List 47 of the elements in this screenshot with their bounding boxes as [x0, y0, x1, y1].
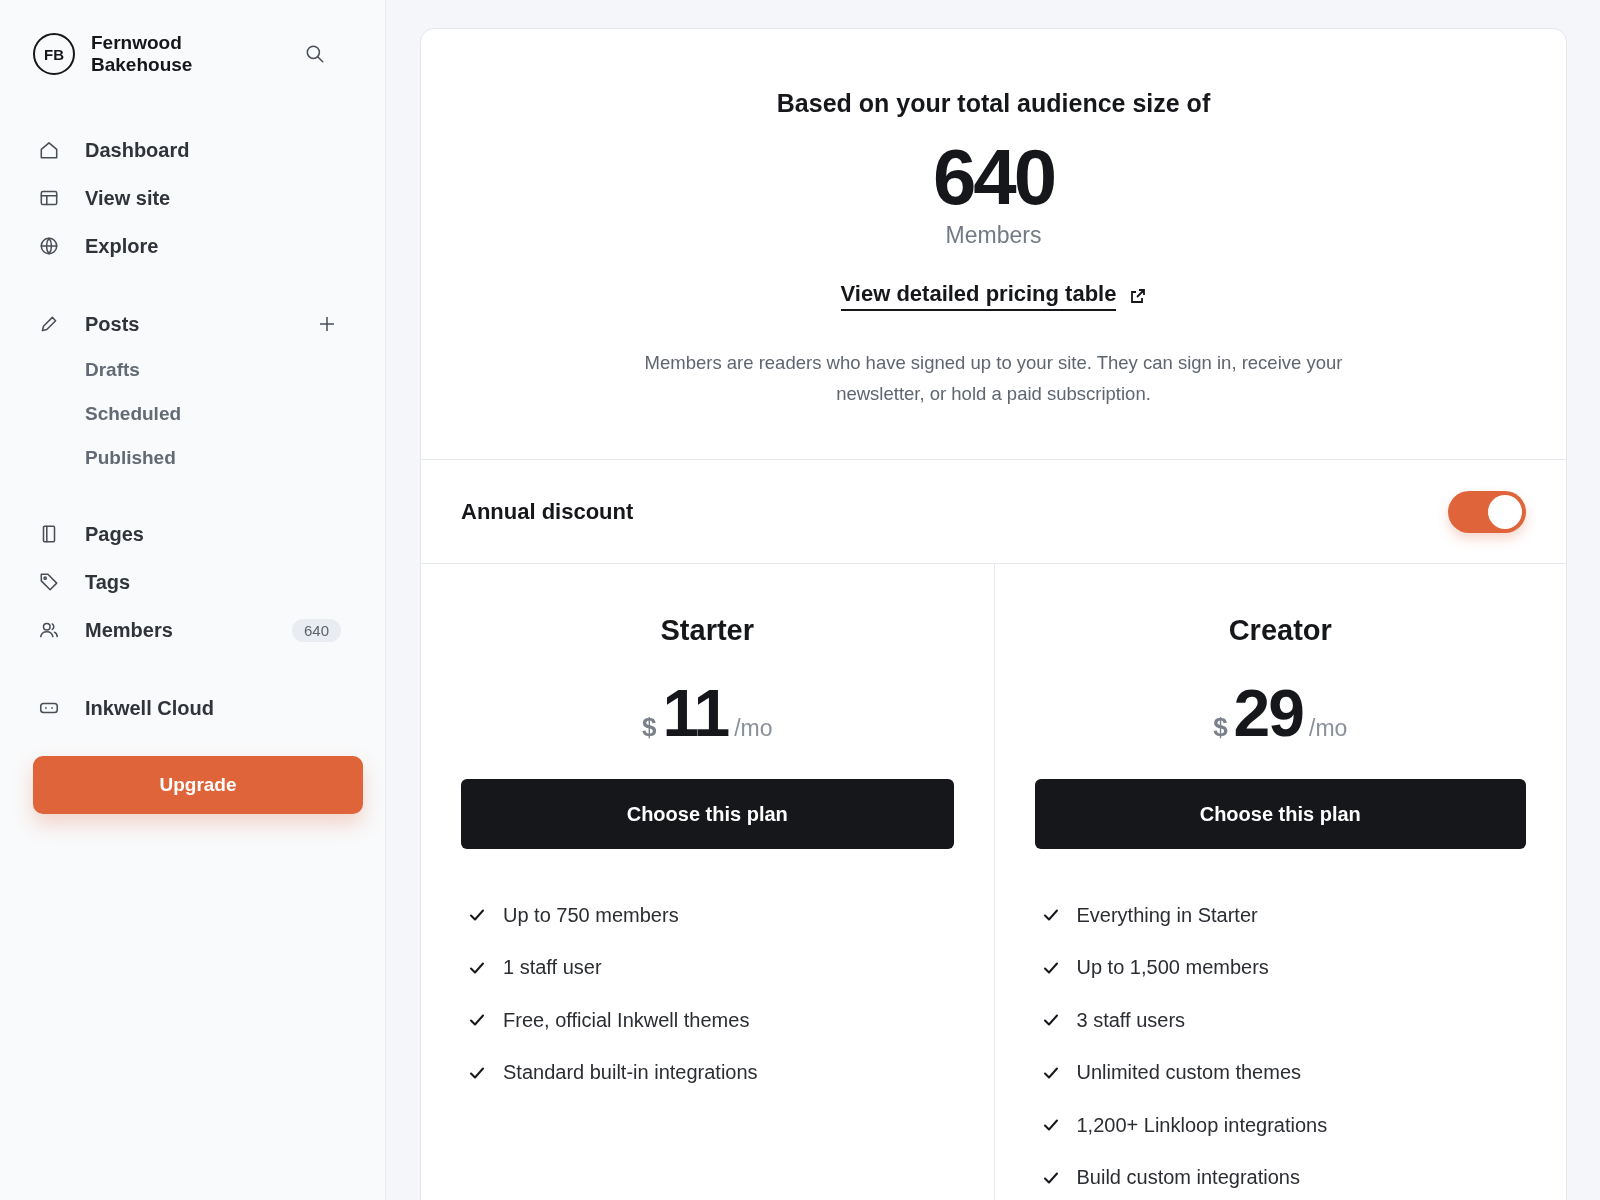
toggle-label: Annual discount	[461, 498, 634, 525]
nav-subitem[interactable]: Scheduled	[85, 392, 351, 436]
search-icon[interactable]	[304, 43, 326, 65]
annual-discount-toggle[interactable]	[1448, 490, 1526, 533]
nav-item[interactable]: Inkwell Cloud	[85, 696, 351, 720]
plan-feature: Up to 750 members	[503, 903, 679, 927]
plan-price: 29	[1233, 675, 1303, 751]
plan-feature: Up to 1,500 members	[1076, 956, 1269, 980]
nav-item[interactable]: Members	[85, 618, 292, 642]
audience-size: 640	[932, 138, 1055, 216]
nav-item[interactable]: Dashboard	[85, 138, 351, 162]
price-period: /mo	[1309, 715, 1348, 742]
plan-feature: 1,200+ Linkloop integrations	[1076, 1113, 1328, 1137]
plan-feature: Unlimited custom themes	[1076, 1061, 1302, 1085]
plan-price: 11	[662, 675, 729, 751]
plan-feature: Standard built-in integrations	[503, 1061, 758, 1085]
nav-item[interactable]: Explore	[85, 234, 351, 258]
choose-plan-button[interactable]: Choose this plan	[1034, 779, 1526, 849]
pricing-table-link[interactable]: View detailed pricing table	[840, 281, 1117, 311]
audience-heading: Based on your total audience size of	[776, 89, 1211, 118]
plan-feature: 1 staff user	[503, 956, 602, 980]
audience-unit: Members	[945, 222, 1042, 249]
currency-symbol: $	[641, 712, 657, 743]
currency-symbol: $	[1213, 712, 1228, 743]
site-name: Fernwood Bakehouse	[91, 32, 194, 76]
price-period: /mo	[734, 715, 773, 742]
home-icon	[38, 139, 60, 161]
plus-icon[interactable]	[317, 314, 337, 334]
nav-item[interactable]: Pages	[85, 522, 351, 546]
plan-name: Creator	[1227, 614, 1333, 647]
choose-plan-button[interactable]: Choose this plan	[461, 779, 954, 849]
nav-subitem[interactable]: Drafts	[85, 348, 351, 392]
nav-item[interactable]: Tags	[85, 570, 351, 594]
nav-item[interactable]: View site	[85, 186, 351, 210]
nav-subitem[interactable]: Published	[85, 436, 351, 480]
plan-feature: Free, official Inkwell themes	[503, 1008, 750, 1032]
plan-feature: 3 staff users	[1076, 1008, 1186, 1032]
external-link-icon[interactable]	[1130, 288, 1147, 304]
plan-feature: Everything in Starter	[1076, 903, 1258, 927]
tag-icon	[38, 571, 60, 593]
globe-icon	[38, 235, 60, 257]
description: Members are readers who have signed up to your site. They can sign in, receive your newsletter, or hold a paid subscription.	[643, 351, 1344, 406]
plan-name: Starter	[659, 614, 755, 647]
plan-feature: Build custom integrations	[1076, 1166, 1300, 1190]
brand-logo[interactable]: FB	[33, 33, 75, 75]
nav-item[interactable]: Posts	[85, 312, 317, 336]
member-count: 640	[291, 618, 341, 642]
